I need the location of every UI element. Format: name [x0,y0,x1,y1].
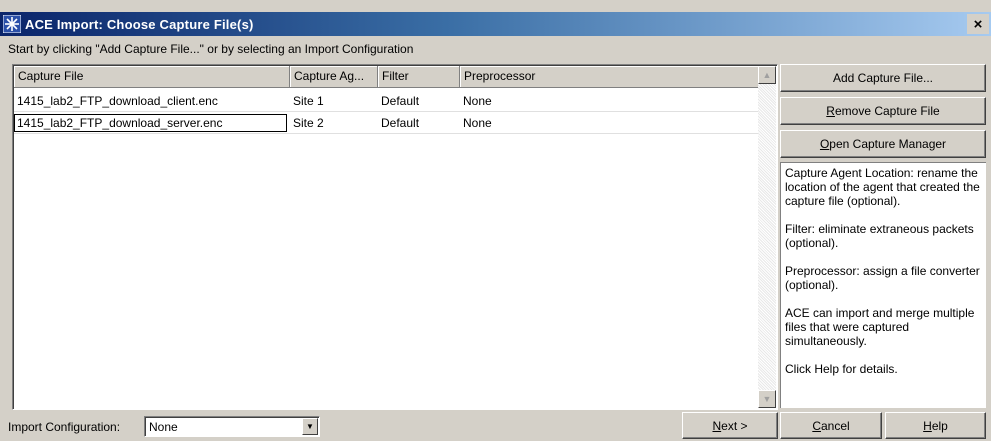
help-description-panel: Capture Agent Location: rename the locat… [780,162,986,408]
add-capture-file-button[interactable]: Add Capture File... [780,64,986,92]
help-text-agent: Capture Agent Location: rename the locat… [785,166,980,208]
column-header-capture-agent[interactable]: Capture Ag... [290,66,378,88]
capture-file-list[interactable]: Capture File Capture Ag... Filter Prepro… [12,64,778,410]
help-button[interactable]: Help [885,412,986,439]
cell-capture-agent[interactable]: Site 1 [287,92,375,110]
help-label: Help [923,418,948,433]
instruction-text: Start by clicking "Add Capture File..." … [8,42,414,56]
list-header: Capture File Capture Ag... Filter Prepro… [14,66,760,88]
close-button[interactable]: × [967,14,989,34]
open-capture-manager-label: Open Capture Manager [819,137,947,151]
chevron-down-icon[interactable]: ▼ [302,418,318,435]
help-text-merge: ACE can import and merge multiple files … [785,306,975,348]
table-row[interactable]: 1415_lab2_FTP_download_server.enc Site 2… [14,112,760,134]
open-capture-manager-button[interactable]: Open Capture Manager [780,130,986,158]
next-button[interactable]: Next > [682,412,778,439]
cancel-button[interactable]: Cancel [780,412,882,439]
close-icon: × [973,15,983,33]
add-capture-file-label: Add Capture File... [832,71,934,85]
cell-capture-file: 1415_lab2_FTP_download_server.enc [14,114,287,132]
import-configuration-select[interactable]: None ▼ [144,416,320,437]
ace-import-dialog: ACE Import: Choose Capture File(s) × Sta… [0,0,991,441]
scroll-down-arrow-icon[interactable]: ▼ [758,390,776,408]
remove-capture-file-button[interactable]: Remove Capture File [780,97,986,125]
cell-preprocessor[interactable]: None [457,92,747,110]
import-configuration-label: Import Configuration: [8,420,121,434]
column-header-filter[interactable]: Filter [378,66,460,88]
cell-filter[interactable]: Default [375,92,457,110]
cell-capture-file: 1415_lab2_FTP_download_client.enc [17,94,218,108]
import-configuration-value: None [149,420,178,434]
row-divider [14,111,760,112]
cancel-label: Cancel [812,418,850,433]
table-row[interactable]: 1415_lab2_FTP_download_client.enc Site 1… [14,90,760,112]
ace-star-icon [2,14,22,34]
vertical-scrollbar[interactable]: ▲ ▼ [758,66,776,408]
column-header-preprocessor[interactable]: Preprocessor [460,66,760,88]
scroll-up-arrow-icon[interactable]: ▲ [758,66,776,84]
cell-capture-agent[interactable]: Site 2 [287,114,375,132]
next-label: Next > [712,418,748,433]
title-bar: ACE Import: Choose Capture File(s) × [0,12,991,36]
list-rows: 1415_lab2_FTP_download_client.enc Site 1… [14,90,760,134]
column-header-capture-file[interactable]: Capture File [14,66,290,88]
cell-filter[interactable]: Default [375,114,457,132]
cell-preprocessor[interactable]: None [457,114,747,132]
row-divider [14,133,760,134]
help-text-details: Click Help for details. [785,362,898,376]
window-title: ACE Import: Choose Capture File(s) [25,16,254,32]
help-text-preprocessor: Preprocessor: assign a file converter (o… [785,264,980,292]
help-text-filter: Filter: eliminate extraneous packets (op… [785,222,974,250]
remove-capture-file-label: Remove Capture File [826,104,940,118]
